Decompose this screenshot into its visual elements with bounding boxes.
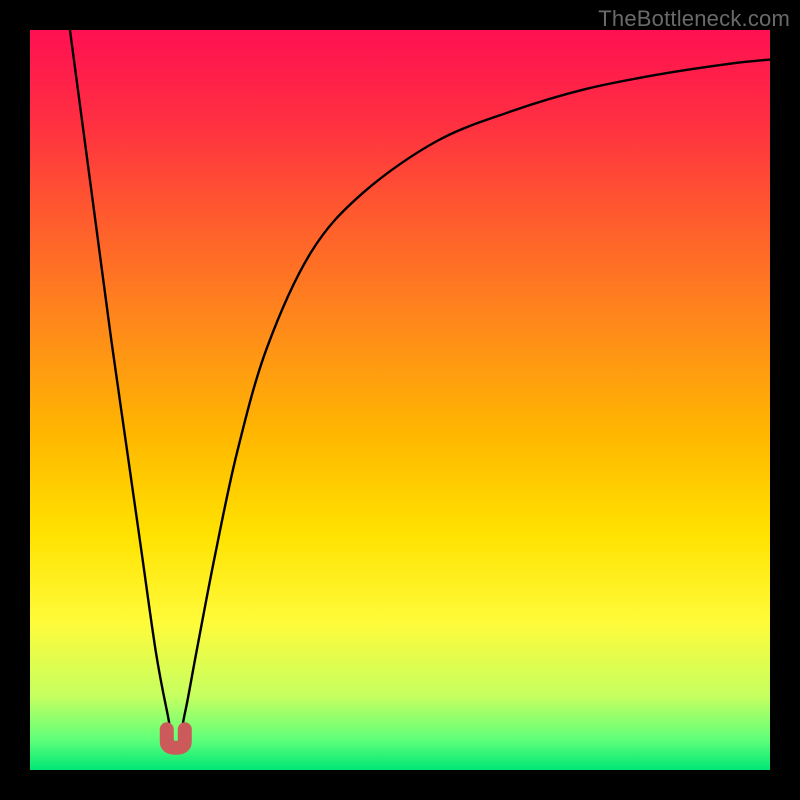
minimum-marker [167, 729, 185, 748]
curve-layer [30, 30, 770, 770]
plot-area [30, 30, 770, 770]
chart-frame: TheBottleneck.com [0, 0, 800, 800]
bottleneck-curve [70, 30, 770, 748]
watermark-text: TheBottleneck.com [598, 6, 790, 32]
